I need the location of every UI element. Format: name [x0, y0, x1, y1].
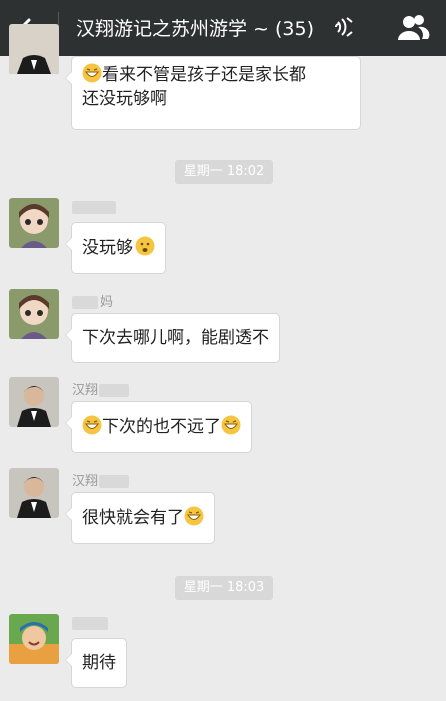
grin-emoji-icon — [82, 415, 102, 435]
worried-emoji-icon — [135, 236, 155, 256]
avatar[interactable] — [9, 377, 59, 427]
message-bubble[interactable]: 很快就会有了 — [65, 492, 215, 544]
avatar[interactable] — [9, 614, 59, 664]
avatar[interactable] — [9, 198, 59, 248]
message-row: 汉翔 很快就会有了 — [0, 468, 446, 548]
message-text: 下次去哪儿啊，能剧透不 — [82, 328, 269, 348]
message-bubble[interactable]: 看来不管是孩子还是家长都 还没玩够啊 — [65, 56, 361, 130]
message-text: 下次的也不远了 — [102, 417, 221, 437]
sender-name-prefix: 汉翔 — [72, 383, 99, 398]
redacted-name — [72, 201, 116, 214]
sender-name: 汉翔 — [72, 379, 130, 398]
sender-name-suffix: 妈 — [100, 295, 114, 310]
sender-name — [72, 200, 116, 215]
grin-emoji-icon — [221, 415, 241, 435]
message-row: 没玩够 — [0, 198, 446, 278]
message-text: 还没玩够啊 — [82, 89, 167, 109]
message-bubble[interactable]: 没玩够 — [65, 222, 166, 274]
sender-name — [72, 616, 108, 631]
avatar[interactable] — [9, 289, 59, 339]
message-row: 看来不管是孩子还是家长都 还没玩够啊 — [0, 24, 446, 136]
redacted-name — [72, 617, 108, 630]
chat-title[interactable]: 汉翔游记之苏州游学 ~ (35) — [76, 14, 314, 41]
timestamp: 星期一 18:02 — [175, 160, 273, 184]
redacted-name — [72, 296, 98, 309]
grin-emoji-icon — [82, 63, 102, 83]
message-text: 没玩够 — [82, 238, 133, 258]
message-row: 期待 — [0, 614, 446, 701]
chat-header: 汉翔游记之苏州游学 ~ (35) — [0, 0, 446, 56]
message-row: 汉翔 下次的也不远了 — [0, 377, 446, 457]
message-bubble[interactable]: 下次去哪儿啊，能剧透不 — [65, 313, 280, 363]
message-row: 妈 下次去哪儿啊，能剧透不 — [0, 289, 446, 369]
redacted-name — [99, 384, 130, 397]
message-text: 看来不管是孩子还是家长都 — [102, 65, 306, 85]
sender-name-prefix: 汉翔 — [72, 474, 99, 489]
message-bubble[interactable]: 期待 — [65, 638, 127, 688]
sender-name: 汉翔 — [72, 470, 130, 489]
sender-name: 妈 — [72, 291, 113, 310]
group-members-icon[interactable] — [396, 12, 430, 44]
timestamp: 星期一 18:03 — [175, 576, 273, 600]
message-bubble[interactable]: 下次的也不远了 — [65, 401, 252, 453]
avatar[interactable] — [9, 24, 59, 74]
avatar[interactable] — [9, 468, 59, 518]
message-text: 期待 — [82, 653, 116, 673]
message-text: 很快就会有了 — [82, 508, 184, 528]
redacted-name — [99, 475, 130, 488]
grin-emoji-icon — [184, 506, 204, 526]
voice-mode-icon — [335, 17, 353, 37]
